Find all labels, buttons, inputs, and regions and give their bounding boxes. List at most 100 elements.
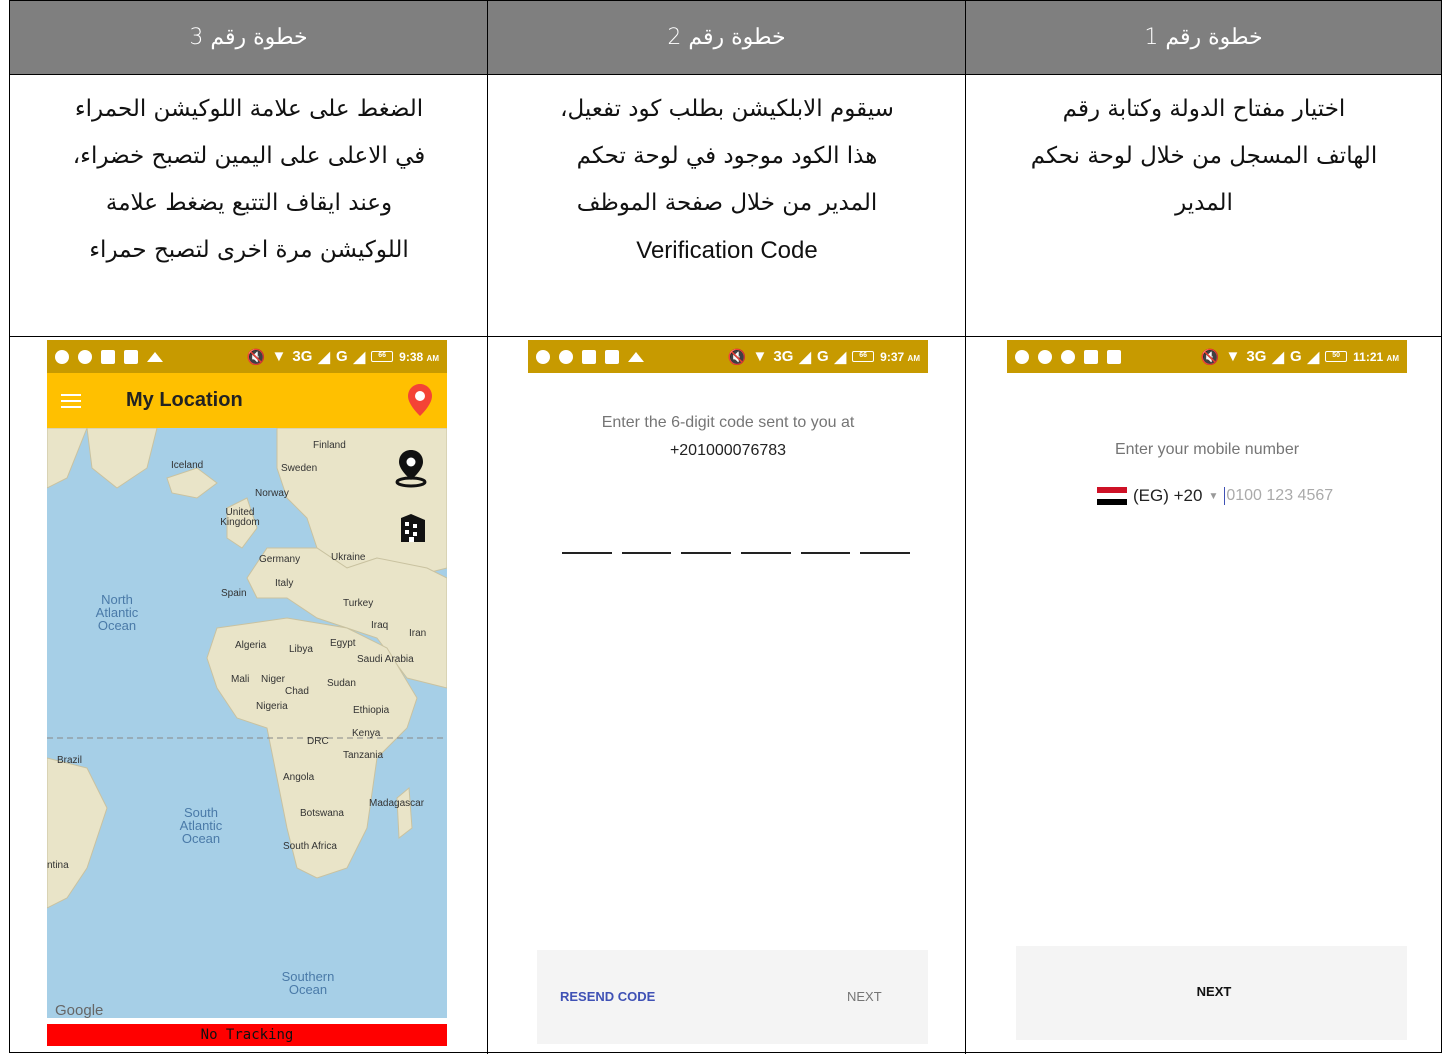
code-slot[interactable] (860, 552, 911, 554)
chat-icon (124, 349, 138, 364)
map-label: South Africa (283, 841, 337, 852)
phone-number-input[interactable]: 0100 123 4567 (1224, 487, 1333, 505)
b-icon (78, 349, 92, 364)
clock-time: 9:38 (399, 349, 424, 364)
clock: 9:37 AM (880, 350, 920, 364)
code-slot[interactable] (681, 552, 732, 554)
map-label: Sudan (327, 678, 356, 689)
header-step2-label: خطوة رقم 2 (667, 25, 786, 50)
signal-icon: ◢ (318, 348, 330, 366)
notification-icons (1015, 349, 1121, 364)
phone-screen-step1: 🔇 ▼ 3G ◢ G ◢ 50 11:21 AM Enter your mobile numb… (1007, 340, 1407, 1046)
map-label: Turkey (343, 598, 374, 609)
map-label: Saudi Arabia (357, 654, 414, 665)
signal-g: G (1289, 348, 1302, 365)
header-step3-label: خطوة رقم 3 (189, 25, 308, 50)
wifi-icon: ▼ (752, 348, 768, 365)
settings-icon (1061, 349, 1075, 364)
network-type: 3G (773, 348, 794, 365)
building-icon[interactable] (397, 512, 429, 544)
map-label: Tanzania (343, 750, 384, 761)
code-slot[interactable] (741, 552, 791, 554)
signal-icon: ◢ (1272, 348, 1284, 366)
code-slot[interactable] (800, 552, 851, 554)
description-step1: اختيار مفتاح الدولة وكتابة رقم الهاتف ال… (974, 86, 1434, 326)
map-label: Niger (261, 674, 285, 685)
mobile-prompt: Enter your mobile number (1114, 441, 1300, 458)
clock-time: 11:21 (1353, 349, 1384, 364)
clock-ampm: AM (426, 353, 439, 363)
description-step2: سيقوم الابلكيشن بطلب كود تفعيل، هذا الكو… (496, 86, 958, 326)
status-bar: 🔇 ▼ 3G ◢ G ◢ 50 11:21 AM (1007, 340, 1407, 373)
map-label: DRC (307, 736, 329, 747)
map-view[interactable]: Finland Iceland Sweden Norway United Kin… (47, 428, 447, 1018)
code-input[interactable] (562, 552, 911, 554)
map-label: Angola (283, 772, 315, 783)
chat-icon (1084, 349, 1098, 364)
header-step1-label: خطوة رقم 1 (1144, 25, 1263, 50)
map-label: Ukraine (331, 552, 366, 563)
signal-icon: ◢ (353, 348, 366, 366)
map-label: Madagascar (369, 798, 425, 809)
phone-icon (1038, 349, 1052, 364)
notification-icons (536, 349, 644, 364)
header-step1: خطوة رقم 1 (966, 1, 1441, 74)
bottom-action-bar: RESEND CODE NEXT (537, 950, 928, 1044)
signal-icon: ◢ (799, 348, 811, 366)
code-slot[interactable] (621, 552, 672, 554)
next-button[interactable]: NEXT (1016, 984, 1407, 999)
tracking-toggle-pin-icon[interactable] (407, 383, 433, 417)
description-line: المدير (1175, 190, 1233, 216)
next-button[interactable]: NEXT (847, 989, 882, 1004)
notification-icons (55, 349, 163, 364)
wifi-icon: ▼ (1225, 348, 1241, 365)
map-label: Brazil (57, 755, 83, 766)
map-label: Libya (289, 644, 313, 655)
map-label: Algeria (235, 640, 267, 651)
description-line: Verification Code (636, 237, 818, 264)
map-label: Nigeria (256, 701, 288, 712)
system-icons: 🔇 ▼ 3G ◢ G ◢ 66 9:37 AM (728, 348, 920, 366)
dropdown-arrow-icon[interactable]: ▼ (1208, 491, 1218, 502)
tracking-status-bar: No Tracking (47, 1024, 447, 1046)
battery-icon: 50 (1325, 351, 1348, 362)
signal-g: G (816, 348, 829, 365)
description-line: في الاعلى على اليمين لتصبح خضراء، (72, 143, 426, 169)
column-divider (965, 1, 966, 1054)
map-label: Germany (259, 554, 301, 565)
instruction-table: خطوة رقم 3 خطوة رقم 2 خطوة رقم 1 الضغط ع… (9, 0, 1442, 1054)
mute-icon: 🔇 (246, 348, 266, 366)
image-icon (101, 349, 115, 364)
row-divider (10, 336, 1441, 337)
clock: 11:21 AM (1353, 350, 1399, 364)
map-label: United Kingdom (220, 507, 260, 528)
phone-screen-step3: 🔇 ▼ 3G ◢ G ◢ 66 9:38 AM My Location Finl… (47, 340, 447, 1046)
map-label: Italy (275, 578, 294, 589)
code-slot[interactable] (562, 552, 612, 554)
map-label: South Atlantic Ocean (179, 805, 223, 846)
map-label: North Atlantic Ocean (95, 592, 139, 633)
description-line: اللوكيشن مرة اخرى لتصبح حمراء (89, 237, 409, 263)
map-label: Sweden (281, 463, 318, 474)
clock-ampm: AM (907, 353, 920, 363)
map-label: Ethiopia (353, 705, 390, 716)
column-divider (487, 1, 488, 1054)
resend-code-button[interactable]: RESEND CODE (560, 989, 655, 1004)
clock-ampm: AM (1386, 353, 1399, 363)
mute-icon: 🔇 (727, 348, 747, 366)
header-step3: خطوة رقم 3 (10, 1, 487, 74)
map-label: Finland (313, 440, 346, 451)
menu-icon[interactable] (61, 393, 81, 408)
row-divider (10, 74, 1441, 75)
google-logo: Google (55, 1002, 104, 1018)
signal-icon: ◢ (834, 348, 847, 366)
location-pin-icon[interactable] (393, 448, 429, 488)
code-prompt: Enter the 6-digit code sent to you at (601, 414, 855, 431)
description-line: المدير من خلال صفحة الموظف (576, 190, 878, 216)
battery-icon: 66 (852, 351, 875, 362)
description-line: هذا الكود موجود في لوحة تحكم (576, 143, 878, 169)
mute-icon: 🔇 (1200, 348, 1220, 366)
description-line: اختيار مفتاح الدولة وكتابة رقم (1062, 96, 1346, 122)
signal-icon: ◢ (1307, 348, 1320, 366)
country-code-select[interactable]: (EG) +20 (1133, 486, 1202, 506)
